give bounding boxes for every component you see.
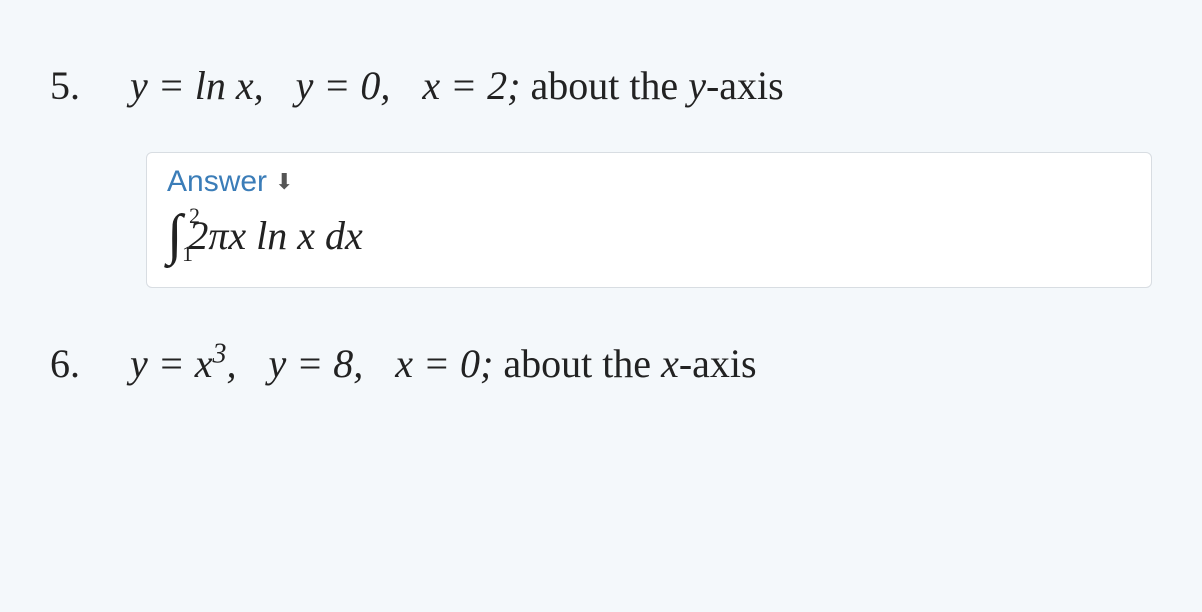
problem-6: 6. y = x3, y = 8, x = 0; about the x-axi…	[50, 338, 1152, 390]
equation-b: y = 8,	[269, 341, 364, 386]
equation-c: x = 2;	[422, 63, 520, 108]
integral-lower: 1	[182, 241, 193, 267]
problem-text: y = x3, y = 8, x = 0; about the x-axis	[130, 338, 1152, 390]
arrow-down-icon: ⬇︎	[275, 171, 293, 193]
answer-integral: ∫ 2 1 2πx ln x dx	[167, 207, 1131, 263]
equation-a: y = ln x,	[130, 63, 264, 108]
about-text: about the	[530, 63, 688, 108]
axis-var: x	[661, 341, 679, 386]
integrand: 2πx ln x dx	[188, 212, 362, 259]
equation-b: y = 0,	[296, 63, 391, 108]
equation-a: y = x3,	[130, 341, 237, 386]
problem-number: 5.	[50, 60, 130, 112]
axis-var: y	[688, 63, 706, 108]
equation-c: x = 0;	[395, 341, 493, 386]
problem-5: 5. y = ln x, y = 0, x = 2; about the y-a…	[50, 60, 1152, 112]
integral-symbol: ∫ 2 1	[167, 207, 182, 263]
integral-upper: 2	[189, 203, 200, 229]
answer-toggle[interactable]: Answer ⬇︎	[167, 165, 293, 199]
problem-number: 6.	[50, 338, 130, 390]
axis-suffix: -axis	[706, 63, 784, 108]
answer-label-text: Answer	[167, 165, 267, 199]
answer-block: Answer ⬇︎ ∫ 2 1 2πx ln x dx	[146, 152, 1152, 288]
about-text: about the	[503, 341, 661, 386]
problem-text: y = ln x, y = 0, x = 2; about the y-axis	[130, 60, 1152, 112]
axis-suffix: -axis	[679, 341, 757, 386]
